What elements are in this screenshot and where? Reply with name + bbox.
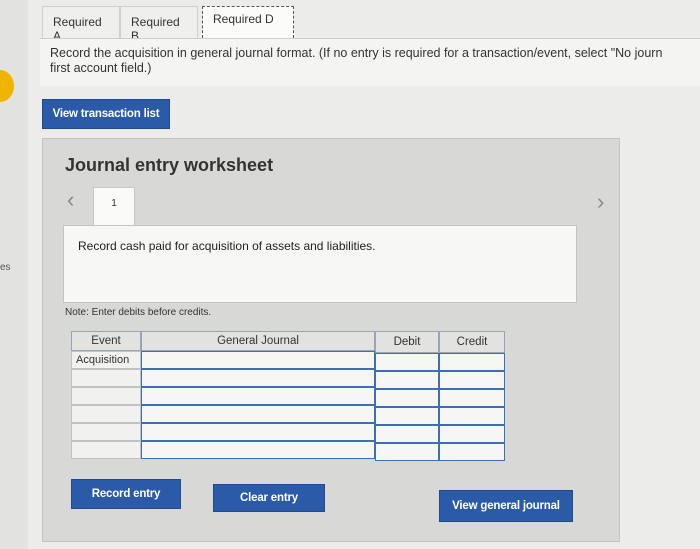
account-input[interactable] xyxy=(141,387,375,405)
journal-table: Event General Journal Debit Credit Acqui… xyxy=(67,331,505,473)
credit-input[interactable] xyxy=(439,425,505,443)
header-credit: Credit xyxy=(439,331,505,353)
event-cell xyxy=(71,441,141,459)
event-cell xyxy=(71,423,141,441)
account-input[interactable] xyxy=(141,423,375,441)
chevron-left-icon[interactable]: ‹ xyxy=(67,189,74,211)
account-input[interactable] xyxy=(141,351,375,369)
credit-input[interactable] xyxy=(439,443,505,461)
credit-input[interactable] xyxy=(439,389,505,407)
clear-entry-button[interactable]: Clear entry xyxy=(213,484,325,512)
account-input[interactable] xyxy=(141,441,375,459)
main-page: Required A Required B Required D Record … xyxy=(28,0,700,549)
transaction-description: Record cash paid for acquisition of asse… xyxy=(63,225,577,303)
credit-input[interactable] xyxy=(439,407,505,425)
tab-required-a[interactable]: Required A xyxy=(42,6,120,43)
header-event: Event xyxy=(71,331,141,351)
left-panel-edge: es xyxy=(0,0,28,549)
step-tab-1[interactable]: 1 xyxy=(93,187,135,225)
event-cell xyxy=(71,369,141,387)
debit-input[interactable] xyxy=(375,353,439,371)
left-edge-text: es xyxy=(0,262,11,273)
view-transaction-list-button[interactable]: View transaction list xyxy=(42,99,170,129)
event-cell: Acquisition xyxy=(71,351,141,369)
instruction-line-1: Record the acquisition in general journa… xyxy=(50,46,663,60)
panel-toggle-handle[interactable] xyxy=(0,70,14,102)
event-cell xyxy=(71,387,141,405)
tab-required-d[interactable]: Required D xyxy=(202,6,294,38)
instructions: Record the acquisition in general journa… xyxy=(40,38,700,86)
debit-input[interactable] xyxy=(375,443,439,461)
credit-input[interactable] xyxy=(439,371,505,389)
tab-required-b[interactable]: Required B xyxy=(120,6,198,43)
debit-input[interactable] xyxy=(375,371,439,389)
record-entry-button[interactable]: Record entry xyxy=(71,479,181,509)
account-input[interactable] xyxy=(141,369,375,387)
account-input[interactable] xyxy=(141,405,375,423)
worksheet-title: Journal entry worksheet xyxy=(65,155,274,175)
instruction-line-2: first account field.) xyxy=(50,61,152,75)
debit-credit-note: Note: Enter debits before credits. xyxy=(65,307,212,318)
debit-input[interactable] xyxy=(375,389,439,407)
description-text: Record cash paid for acquisition of asse… xyxy=(78,239,376,253)
header-debit: Debit xyxy=(375,331,439,353)
debit-input[interactable] xyxy=(375,425,439,443)
journal-entry-worksheet: Journal entry worksheet ‹ 1 › Record cas… xyxy=(42,138,620,542)
event-cell xyxy=(71,405,141,423)
chevron-right-icon[interactable]: › xyxy=(597,191,604,213)
debit-input[interactable] xyxy=(375,407,439,425)
header-general-journal: General Journal xyxy=(141,331,375,351)
credit-input[interactable] xyxy=(439,353,505,371)
view-general-journal-button[interactable]: View general journal xyxy=(439,490,573,522)
